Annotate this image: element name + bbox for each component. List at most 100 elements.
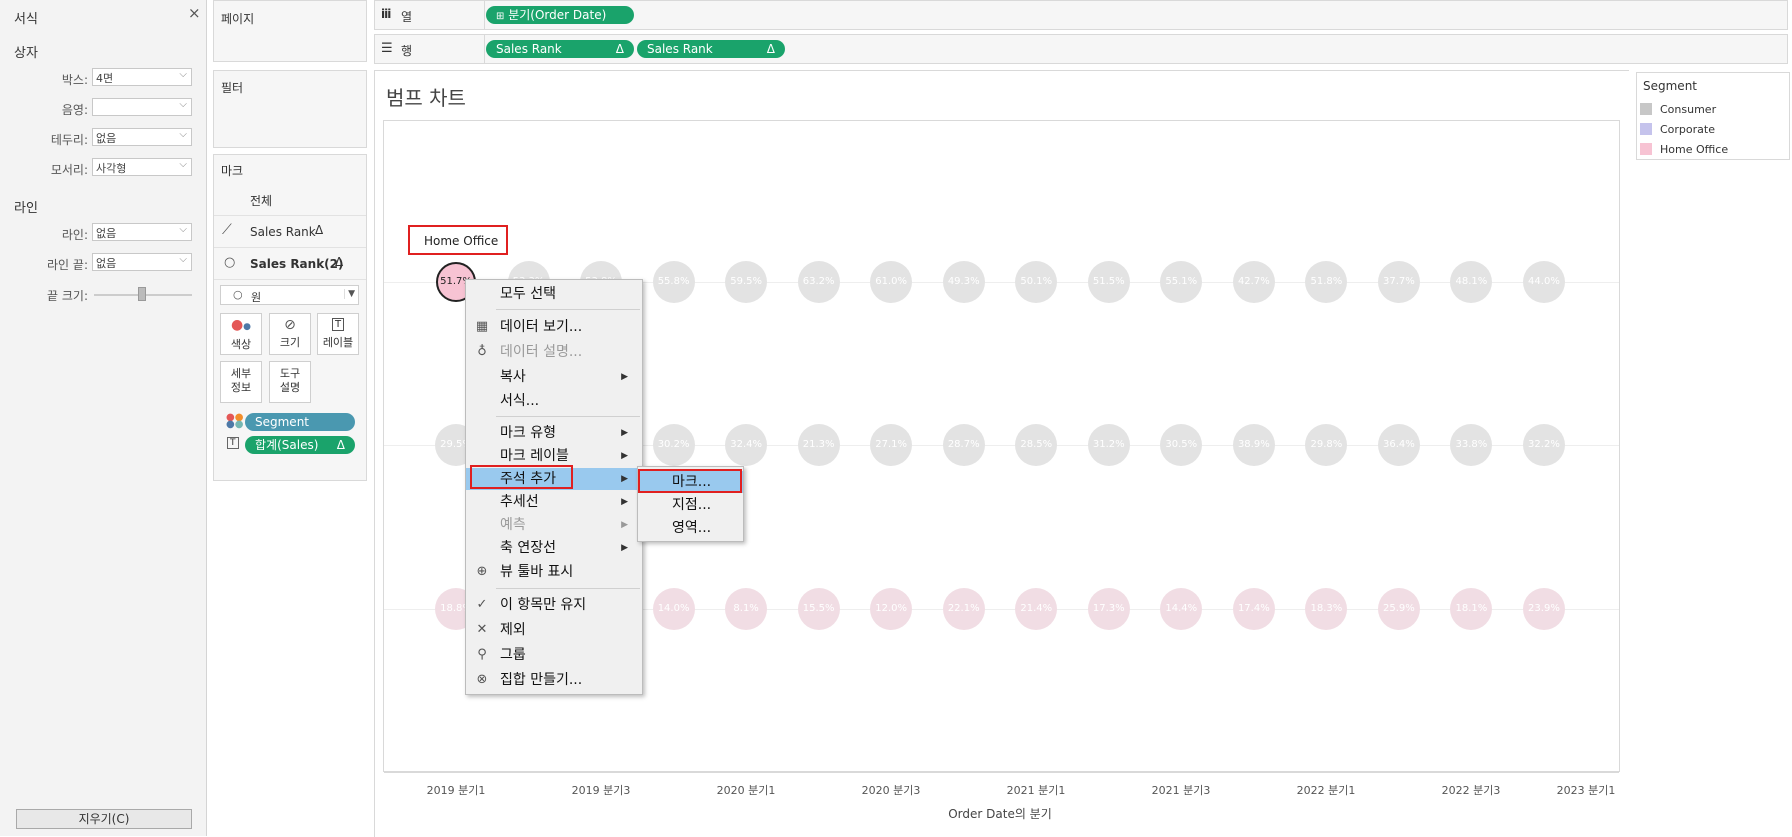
menu-view-data-label: 데이터 보기... [500,319,583,335]
bubble-mark[interactable]: 21.4% [1015,588,1058,630]
menu-separator [496,588,640,589]
bubble-mark[interactable]: 30.5% [1160,424,1203,466]
mark-type-value: 원 [251,291,262,304]
sales-rank-pill-2[interactable]: Sales Rank Δ [637,40,785,58]
box-label: 박스: [61,73,88,87]
submenu-point[interactable]: 지점... [638,494,743,516]
bubble-mark[interactable]: 50.1% [1015,261,1058,303]
bubble-mark[interactable]: 63.2% [797,261,840,303]
bubble-mark[interactable]: 8.1% [725,588,768,630]
bubble-mark[interactable]: 59.5% [725,261,768,303]
menu-select-all[interactable]: 모두 선택 [466,283,642,305]
border-select[interactable]: 없음 ⌵ [92,128,192,146]
columns-shelf[interactable]: iii 열 ⊞ 분기(Order Date) [374,0,1788,30]
border-label: 테두리: [50,133,88,147]
menu-trend-line[interactable]: 추세선 ▶ [466,491,642,513]
plus-box-icon: ⊞ [496,11,505,22]
line-select[interactable]: 없음 ⌵ [92,223,192,241]
box-select[interactable]: 4면 ⌵ [92,68,192,86]
bubble-mark[interactable]: 30.2% [652,424,695,466]
menu-group[interactable]: ⚲ 그룹 [466,644,642,666]
x-tick-label: 2023 분기1 [1556,784,1616,797]
bubble-mark[interactable]: 14.4% [1160,588,1203,630]
menu-copy-label: 복사 [500,369,526,385]
submenu-area[interactable]: 영역... [638,517,743,539]
bubble-mark[interactable]: 14.0% [652,588,695,630]
detail-button[interactable]: 세부 정보 [220,361,262,403]
bubble-mark[interactable]: 42.7% [1232,261,1275,303]
label-button[interactable]: T 레이블 [317,313,359,355]
bubble-mark[interactable]: 49.3% [942,261,985,303]
menu-axis-extend[interactable]: 축 연장선 ▶ [466,537,642,559]
bubble-mark[interactable]: 55.8% [652,261,695,303]
bubble-mark[interactable]: 22.1% [942,588,985,630]
home-office-annotation[interactable]: Home Office [408,225,508,255]
bubble-mark[interactable]: 38.9% [1232,424,1275,466]
menu-mark-type[interactable]: 마크 유형 ▶ [466,422,642,444]
text-icon: T [318,314,358,334]
bubble-mark[interactable]: 12.0% [870,588,913,630]
marks-tab-all[interactable]: 전체 [214,184,366,216]
end-size-slider-handle[interactable] [138,287,146,301]
rows-shelf[interactable]: ☰ 행 Sales Rank Δ Sales Rank Δ [374,34,1788,64]
legend-title: Segment [1643,79,1697,93]
marks-tab-sales-rank[interactable]: ⟋ Sales Rank Δ [214,216,366,248]
x-tick-label: 2021 분기1 [1006,784,1066,797]
pages-card[interactable]: 페이지 [213,0,367,62]
menu-forecast[interactable]: 예측 ▶ [466,514,642,536]
menu-separator [496,416,640,417]
marks-tab-sales-rank-2[interactable]: ○ Sales Rank(2) Δ [214,248,366,280]
menu-keep-only[interactable]: ✓ 이 항목만 유지 [466,594,642,616]
bubble-mark[interactable]: 32.4% [725,424,768,466]
bubble-mark[interactable]: 23.9% [1522,588,1565,630]
sales-rank-pill-1[interactable]: Sales Rank Δ [486,40,634,58]
size-button[interactable]: ⊘ 크기 [269,313,311,355]
line-end-select[interactable]: 없음 ⌵ [92,253,192,271]
line-end-label: 라인 끝: [47,258,88,272]
corner-select[interactable]: 사각형 ⌵ [92,158,192,176]
bubble-mark[interactable]: 44.0% [1522,261,1565,303]
bubble-mark[interactable]: 17.4% [1232,588,1275,630]
bubble-mark[interactable]: 21.3% [797,424,840,466]
menu-mark-label[interactable]: 마크 레이블 ▶ [466,445,642,467]
menu-view-data[interactable]: ▦ 데이터 보기... [466,316,642,338]
shadow-label: 음영: [61,103,88,117]
x-tick-label: 2022 분기3 [1441,784,1501,797]
bubble-mark[interactable]: 36.4% [1377,424,1420,466]
submenu-arrow-icon: ▶ [621,543,628,553]
menu-format[interactable]: 서식... [466,390,642,412]
menu-exclude[interactable]: ✕ 제외 [466,619,642,641]
shadow-select[interactable]: ⌵ [92,98,192,116]
sales-sum-pill[interactable]: 합계(Sales) Δ [245,436,355,454]
x-tick-label: 2022 분기1 [1296,784,1356,797]
quarter-order-date-pill[interactable]: ⊞ 분기(Order Date) [486,6,634,24]
bubble-mark[interactable]: 55.1% [1160,261,1203,303]
bubble-mark[interactable]: 25.9% [1377,588,1420,630]
x-axis-title: Order Date의 분기 [948,807,1052,821]
segment-pill[interactable]: Segment [245,413,355,431]
format-pane-title: 서식 [14,12,38,27]
bubble-mark[interactable]: 17.3% [1087,588,1130,630]
menu-describe-data[interactable]: ♁ 데이터 설명... [466,341,642,363]
bubble-mark[interactable]: 31.2% [1087,424,1130,466]
bubble-mark[interactable]: 15.5% [797,588,840,630]
bubble-mark[interactable]: 37.7% [1377,261,1420,303]
bubble-mark[interactable]: 27.1% [870,424,913,466]
clear-button[interactable]: 지우기(C) [16,809,192,829]
menu-create-set[interactable]: ⊗ 집합 만들기... [466,669,642,691]
menu-copy[interactable]: 복사 ▶ [466,366,642,388]
close-icon[interactable]: × [188,4,201,22]
filters-card[interactable]: 필터 [213,70,367,148]
mark-type-dropdown[interactable]: ○ 원 ▼ [220,285,359,305]
bubble-mark[interactable]: 28.5% [1015,424,1058,466]
bubble-mark[interactable]: 61.0% [870,261,913,303]
tooltip-button[interactable]: 도구 설명 [269,361,311,403]
bubble-mark[interactable]: 51.5% [1087,261,1130,303]
menu-show-toolbar[interactable]: ⊕ 뷰 툴바 표시 [466,561,642,583]
color-button[interactable]: ●● 색상 [220,313,262,355]
bubble-mark[interactable]: 32.2% [1522,424,1565,466]
corner-select-value: 사각형 [96,162,127,175]
line-section-heading: 라인 [14,201,38,216]
bubble-mark[interactable]: 28.7% [942,424,985,466]
menu-separator [496,309,640,310]
